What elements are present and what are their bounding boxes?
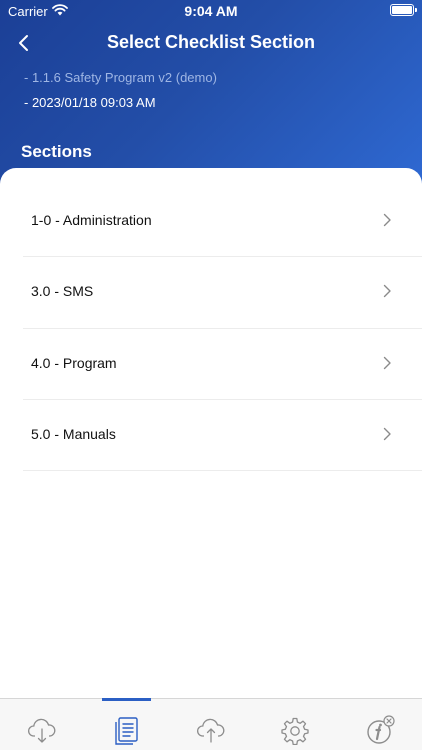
- datetime-subtitle: - 2023/01/18 09:03 AM: [24, 95, 156, 110]
- sections-heading: Sections: [21, 142, 92, 161]
- status-time: 9:04 AM: [184, 3, 238, 19]
- cloud-download-icon: [28, 718, 56, 743]
- page-title: Select Checklist Section: [106, 32, 316, 52]
- section-label: 5.0 - Manuals: [31, 425, 116, 442]
- section-row[interactable]: 5.0 - Manuals: [23, 400, 422, 472]
- chevron-right-icon: [383, 213, 391, 227]
- status-bar: Carrier 9:04 AM: [0, 0, 422, 24]
- info-icon: [367, 715, 395, 744]
- tab-settings[interactable]: [265, 699, 325, 750]
- checklist-icon: [115, 717, 138, 745]
- tab-bar: [0, 698, 422, 750]
- tab-download[interactable]: [12, 699, 72, 750]
- program-subtitle: - 1.1.6 Safety Program v2 (demo): [24, 70, 217, 85]
- section-label: 1-0 - Administration: [31, 212, 152, 228]
- sections-list: 1-0 - Administration 3.0 - SMS 4.0 - Pro…: [23, 186, 422, 472]
- tab-checklist[interactable]: [97, 699, 157, 750]
- chevron-right-icon: [383, 427, 391, 441]
- settings-gear-icon: [281, 717, 309, 745]
- cloud-upload-icon: [197, 718, 225, 743]
- chevron-right-icon: [383, 285, 391, 298]
- chevron-right-icon: [383, 356, 391, 369]
- section-row[interactable]: 1-0 - Administration: [23, 186, 422, 258]
- section-label: 4.0 - Program: [31, 354, 117, 371]
- section-label: 3.0 - SMS: [31, 283, 94, 300]
- battery-icon: [390, 4, 417, 16]
- section-row[interactable]: 3.0 - SMS: [23, 257, 422, 329]
- section-row[interactable]: 4.0 - Program: [23, 329, 422, 400]
- sections-sheet: 1-0 - Administration 3.0 - SMS 4.0 - Pro…: [0, 168, 422, 700]
- tab-upload[interactable]: [181, 699, 241, 750]
- tab-info[interactable]: [350, 699, 410, 750]
